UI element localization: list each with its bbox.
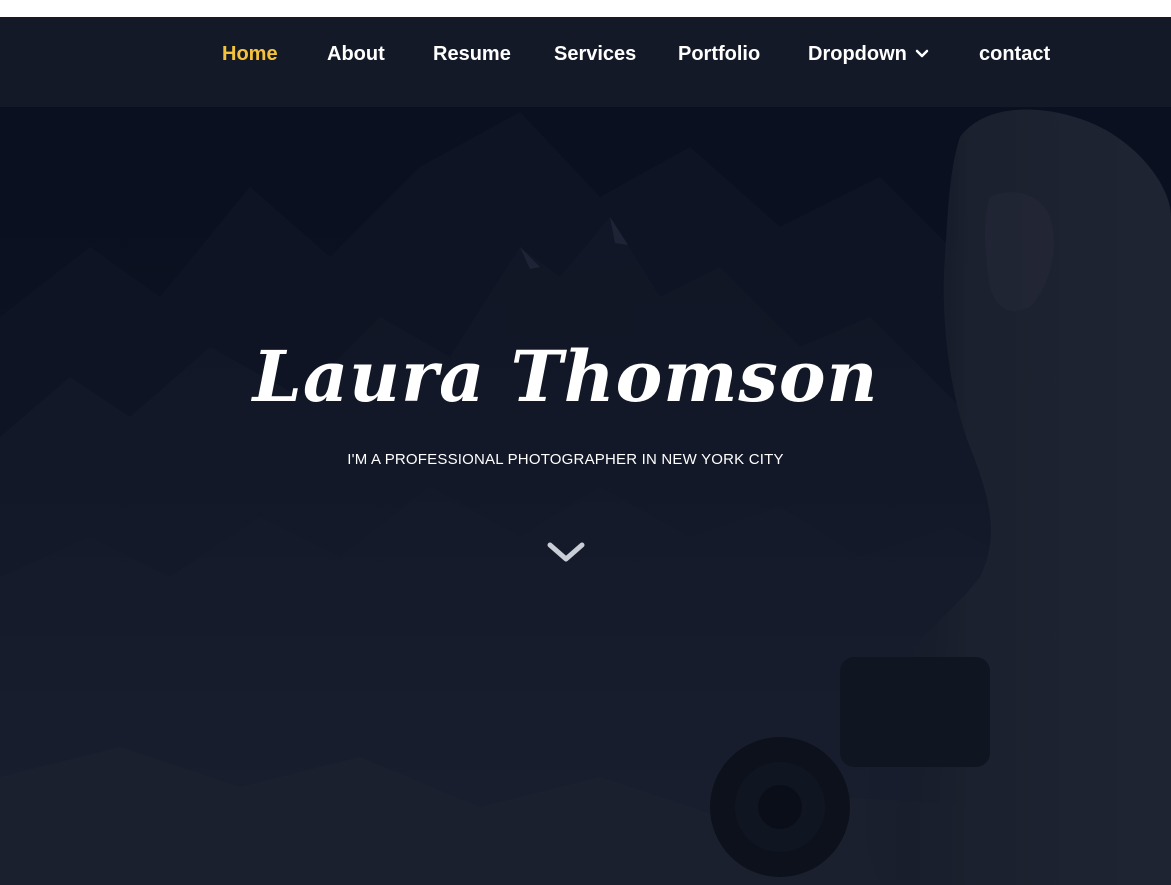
- hero-name: Laura Thomson: [252, 335, 879, 418]
- nav-dropdown-label: Dropdown: [808, 43, 907, 65]
- browser-top-strip: [0, 0, 1171, 17]
- nav-portfolio[interactable]: Portfolio: [678, 41, 760, 67]
- nav-resume[interactable]: Resume: [433, 41, 511, 67]
- nav-contact[interactable]: contact: [979, 41, 1050, 67]
- hero-subtitle: I'M A PROFESSIONAL PHOTOGRAPHER IN NEW Y…: [347, 451, 784, 468]
- chevron-down-icon: [915, 40, 929, 66]
- nav-services[interactable]: Services: [554, 41, 636, 67]
- chevron-down-icon: [547, 542, 585, 562]
- scroll-down-button[interactable]: [546, 539, 586, 565]
- nav-dropdown[interactable]: Dropdown: [808, 41, 929, 67]
- nav-about[interactable]: About: [327, 41, 385, 67]
- hero-section: Home About Resume Services Portfolio Dro…: [0, 17, 1171, 885]
- nav-home[interactable]: Home: [222, 41, 278, 67]
- main-navbar: Home About Resume Services Portfolio Dro…: [0, 17, 1171, 107]
